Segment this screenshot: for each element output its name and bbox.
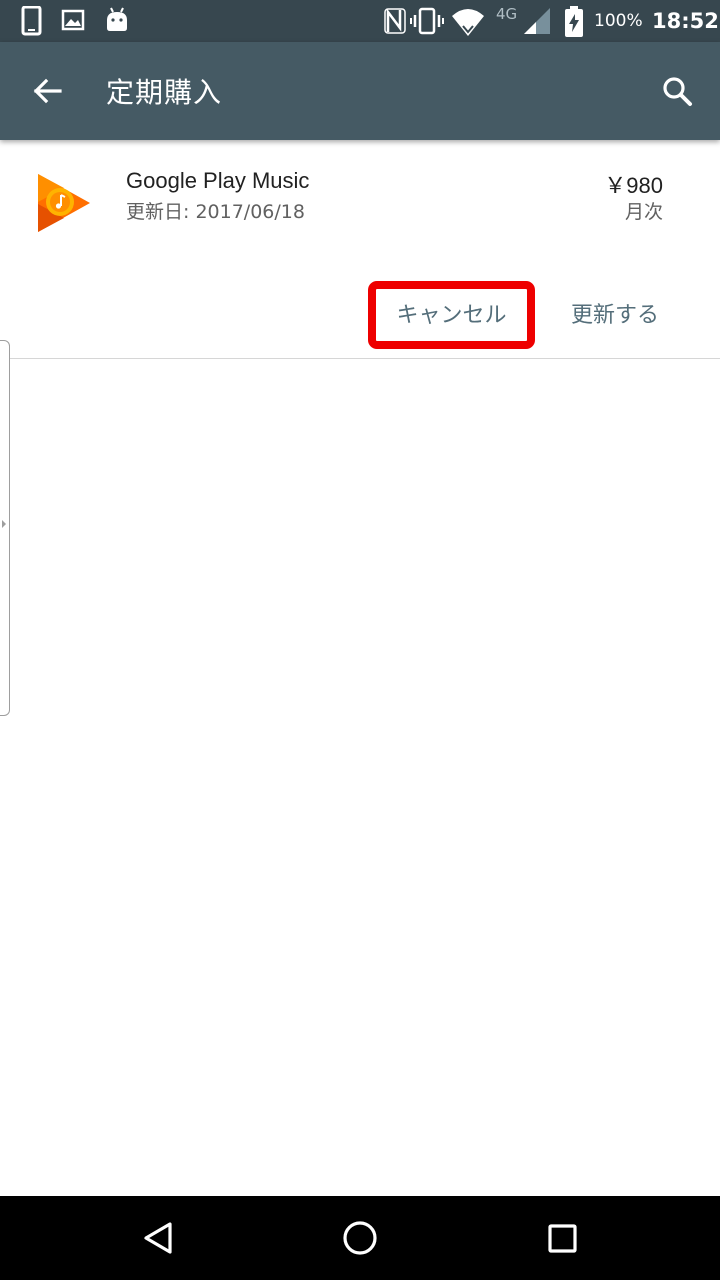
status-bar: 4G 100% 18:52: [0, 0, 720, 42]
vibrate-icon: [410, 7, 444, 35]
image-icon: [61, 9, 85, 31]
phone-icon: [21, 6, 42, 36]
update-button[interactable]: 更新する: [556, 296, 674, 336]
renew-date: 更新日: 2017/06/18: [126, 201, 305, 223]
navigation-bar: [0, 1196, 720, 1280]
nav-home-button[interactable]: [336, 1214, 384, 1262]
price: ￥980: [604, 173, 663, 198]
search-icon: [663, 77, 692, 106]
search-button[interactable]: [653, 67, 701, 115]
nav-recents-button[interactable]: [538, 1214, 586, 1262]
signal-icon: [524, 8, 550, 34]
app-name: Google Play Music: [126, 168, 310, 193]
arrow-back-icon: [33, 78, 62, 104]
home-circle-icon: [343, 1221, 377, 1255]
battery-charging-icon: [565, 6, 583, 37]
page-title: 定期購入: [106, 76, 223, 109]
divider: [0, 358, 720, 359]
app-bar: 定期購入: [0, 42, 720, 140]
battery-percent: 100%: [594, 11, 643, 31]
billing-period: 月次: [624, 201, 663, 223]
wifi-icon: [452, 9, 484, 36]
chevron-right-icon: [2, 520, 6, 528]
android-icon: [107, 7, 127, 31]
google-play-music-icon: [38, 174, 90, 232]
network-type: 4G: [496, 5, 518, 23]
back-triangle-icon: [144, 1222, 172, 1254]
nav-back-button[interactable]: [134, 1214, 182, 1262]
edge-panel-handle[interactable]: [0, 340, 10, 716]
back-button[interactable]: [24, 67, 72, 115]
cancel-button[interactable]: キャンセル: [383, 296, 520, 336]
recents-square-icon: [548, 1224, 577, 1253]
clock: 18:52: [652, 9, 719, 33]
nfc-icon: [384, 8, 406, 34]
